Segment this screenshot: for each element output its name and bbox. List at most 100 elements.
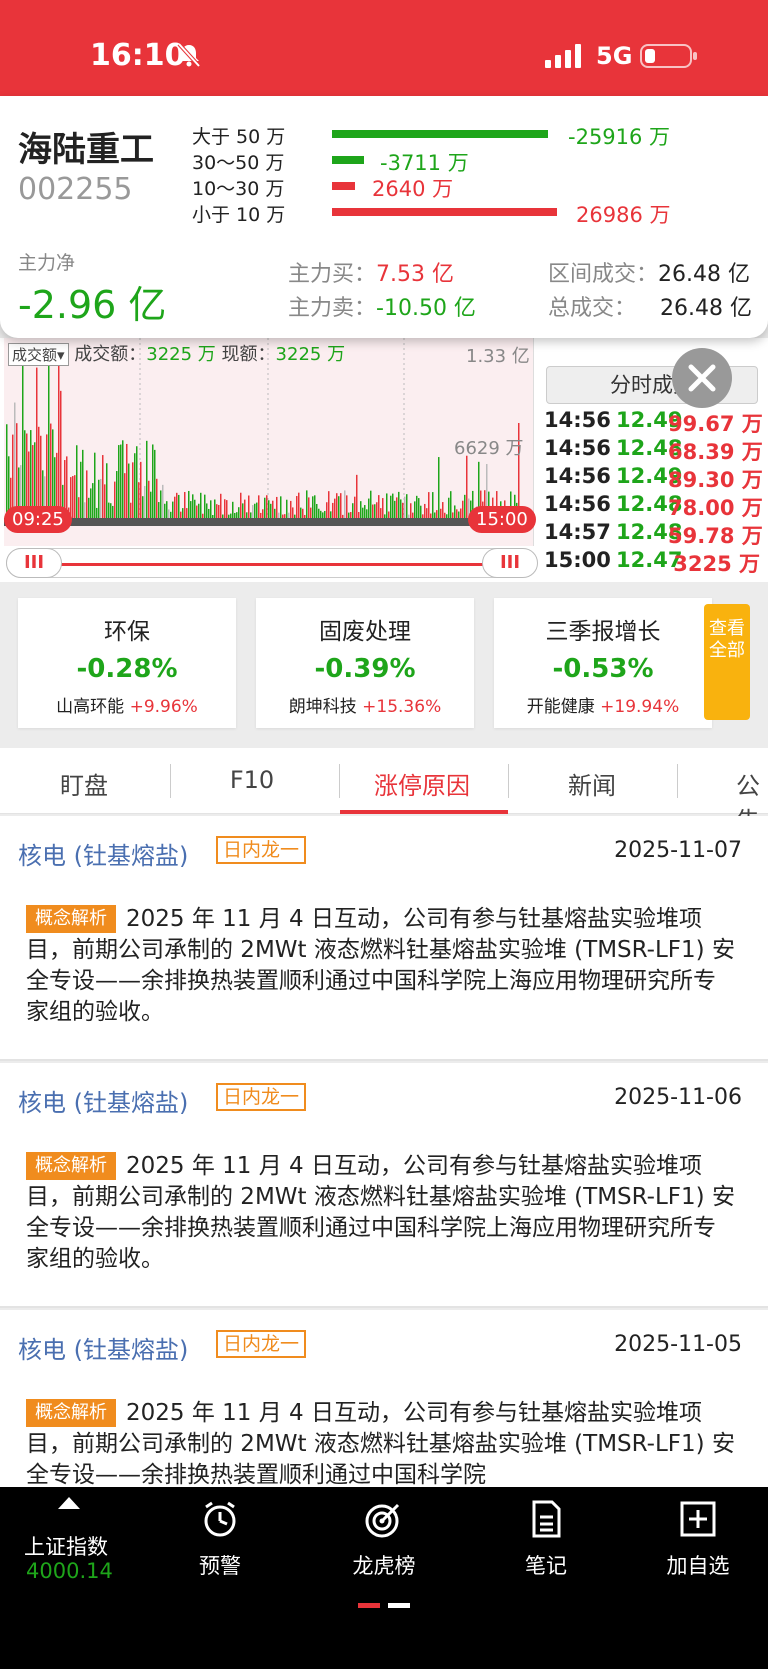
- news-item[interactable]: 核电 (钍基熔盐) 日内龙一 2025-11-07 概念解析 2025 年 11 …: [0, 816, 768, 1061]
- volume-bar: [84, 502, 86, 518]
- volume-bar: [396, 497, 398, 518]
- volume-bar: [252, 505, 254, 518]
- volume-bar: [376, 502, 378, 518]
- slider-left-handle[interactable]: III: [6, 548, 62, 578]
- chart-head-value1: 3225 万: [146, 344, 216, 365]
- volume-bar: [92, 483, 94, 518]
- stock-name: 海陆重工: [18, 130, 154, 170]
- nav-dragon-tiger[interactable]: 龙虎榜: [314, 1499, 454, 1580]
- volume-bar: [260, 512, 262, 518]
- volume-bar: [374, 504, 376, 518]
- volume-bar: [368, 498, 370, 518]
- volume-bar: [138, 482, 140, 518]
- volume-bar: [304, 514, 306, 518]
- volume-bar: [98, 479, 100, 518]
- tab-news[interactable]: 新闻: [512, 766, 672, 801]
- news-title[interactable]: 核电 (钍基熔盐): [18, 1330, 188, 1365]
- chart-head-label1: 成交额：: [74, 344, 147, 365]
- network-label: 5G: [596, 42, 633, 70]
- nav-label: 笔记: [525, 1554, 567, 1578]
- volume-bar: [314, 495, 316, 518]
- volume-bar: [234, 512, 236, 518]
- volume-bar: [110, 503, 112, 518]
- volume-bar: [328, 491, 330, 518]
- nav-notes[interactable]: 笔记: [476, 1499, 616, 1580]
- close-button[interactable]: [672, 348, 732, 408]
- volume-bar: [176, 492, 178, 518]
- volume-bar: [282, 514, 284, 518]
- volume-bar: [224, 499, 226, 518]
- volume-bar: [86, 470, 88, 518]
- total-volume-value: 26.48 亿: [660, 296, 752, 321]
- chart-baseline: [4, 518, 534, 526]
- sector-card-env[interactable]: 环保 -0.28% 山高环能 +9.96%: [18, 598, 236, 728]
- news-item[interactable]: 核电 (钍基熔盐) 日内龙一 2025-11-06 概念解析 2025 年 11 …: [0, 1063, 768, 1308]
- flow-label: 10～30 万: [192, 178, 285, 200]
- flow-row-medium: 30～50 万 -3711 万: [192, 148, 672, 175]
- volume-bar: [400, 499, 402, 518]
- volume-bar: [166, 501, 168, 518]
- news-title[interactable]: 核电 (钍基熔盐): [18, 1083, 188, 1118]
- volume-bar: [350, 512, 352, 518]
- volume-bar: [184, 491, 186, 518]
- page-indicator: [388, 1603, 410, 1608]
- market-index-button[interactable]: 上证指数 4000.14: [0, 1487, 150, 1587]
- status-bar: 16:10 5G: [0, 0, 768, 96]
- volume-bar: [158, 502, 160, 518]
- volume-bar: [102, 455, 104, 518]
- volume-bar: [340, 493, 342, 518]
- volume-bar: [106, 463, 108, 518]
- sector-card-waste[interactable]: 固废处理 -0.39% 朗坤科技 +15.36%: [256, 598, 474, 728]
- flow-label: 30～50 万: [192, 152, 285, 174]
- volume-bar: [108, 502, 110, 518]
- bell-muted-icon: [177, 42, 201, 68]
- view-all-button[interactable]: 查看全部: [704, 604, 750, 720]
- sector-leader-pct: +19.94%: [600, 697, 680, 717]
- volume-bar: [428, 492, 430, 518]
- volume-bar: [256, 502, 258, 518]
- volume-bar: [14, 402, 16, 518]
- volume-bar: [440, 508, 442, 518]
- volume-bar: [150, 491, 152, 518]
- range-volume-label: 区间成交：: [548, 262, 659, 287]
- tab-limit-up-reason[interactable]: 涨停原因: [342, 766, 502, 801]
- news-item[interactable]: 核电 (钍基熔盐) 日内龙一 2025-11-05 概念解析 2025 年 11 …: [0, 1310, 768, 1487]
- sector-leader: 朗坤科技: [288, 697, 357, 717]
- volume-bar: [422, 514, 424, 518]
- volume-bar: [430, 513, 432, 518]
- volume-bar: [114, 481, 116, 518]
- volume-bar: [246, 512, 248, 518]
- sector-leader: 开能健康: [526, 697, 595, 717]
- volume-bar: [324, 510, 326, 518]
- volume-bar: [466, 455, 468, 518]
- tab-divider: [508, 764, 509, 798]
- volume-bar: [372, 504, 374, 518]
- nav-alert[interactable]: 预警: [150, 1499, 290, 1580]
- nav-add-watchlist[interactable]: 加自选: [628, 1499, 768, 1580]
- volume-bar: [284, 514, 286, 518]
- volume-bar: [464, 494, 466, 518]
- volume-bar: [88, 497, 90, 518]
- news-tag: 概念解析: [26, 905, 116, 933]
- sector-pct: -0.28%: [76, 654, 178, 684]
- volume-bar: [240, 492, 242, 518]
- news-tag: 概念解析: [26, 1399, 116, 1427]
- volume-bar: [446, 514, 448, 518]
- expand-up-icon: [58, 1497, 80, 1509]
- fund-flow-card[interactable]: 海陆重工 002255 大于 50 万 -25916 万 30～50 万 -37…: [0, 96, 768, 338]
- volume-bar: [370, 490, 372, 518]
- sector-leader-pct: +15.36%: [362, 697, 442, 717]
- volume-bar: [404, 496, 406, 518]
- volume-bar: [192, 494, 194, 518]
- chart-selector[interactable]: 成交额▾: [8, 343, 69, 366]
- tab-f10[interactable]: F10: [172, 766, 332, 794]
- volume-bar: [448, 497, 450, 518]
- volume-bar: [128, 463, 130, 518]
- tab-watch[interactable]: 盯盘: [4, 766, 164, 801]
- volume-bar: [318, 508, 320, 518]
- slider-right-handle[interactable]: III: [482, 548, 538, 578]
- news-title[interactable]: 核电 (钍基熔盐): [18, 836, 188, 871]
- sector-card-q3[interactable]: 三季报增长 -0.53% 开能健康 +19.94%: [494, 598, 712, 728]
- volume-bar: [172, 501, 174, 518]
- volume-bar: [178, 494, 180, 518]
